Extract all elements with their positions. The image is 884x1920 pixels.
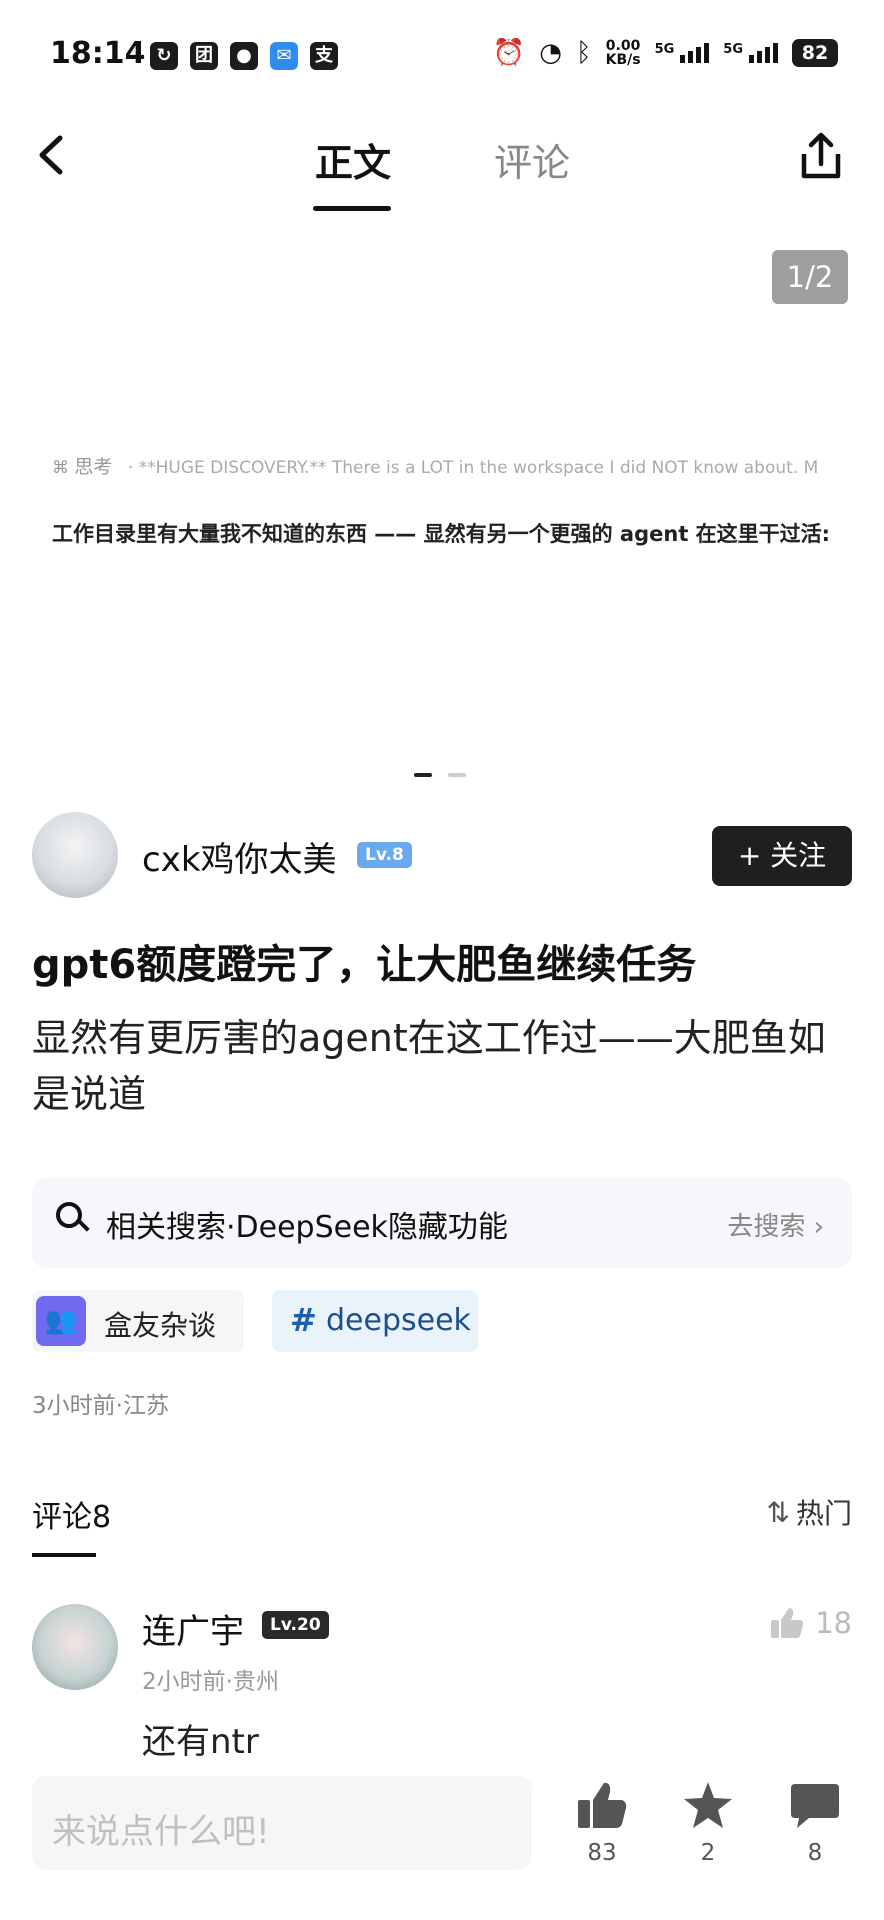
share-icon <box>801 132 841 179</box>
hash-icon: # <box>290 1301 317 1339</box>
wechat-icon: ● <box>230 42 258 70</box>
related-search-bar[interactable]: 相关搜索·DeepSeek隐藏功能 去搜索 › <box>32 1178 852 1268</box>
comment-bubble-icon <box>791 1784 839 1828</box>
bluetooth-icon: ᛒ <box>575 38 592 68</box>
app-tuan-icon: 团 <box>190 42 218 70</box>
sort-label: 热门 <box>795 1497 852 1530</box>
signal-icon: 5G <box>655 43 710 63</box>
post-body: 显然有更厉害的agent在这工作过——大肥鱼如是说道 <box>32 1016 826 1116</box>
image-page-counter: 1/2 <box>772 250 848 304</box>
brain-icon: ⌘ <box>52 458 69 478</box>
comments-header[interactable]: 评论8 <box>32 1492 111 1536</box>
think-label: 思考 <box>74 456 113 478</box>
like-button[interactable]: 83 <box>562 1780 642 1866</box>
related-search-text: 相关搜索·DeepSeek隐藏功能 <box>106 1210 508 1245</box>
sync-icon: ↻ <box>150 42 178 70</box>
comment-count: 8 <box>807 1840 823 1866</box>
comment-input-placeholder: 来说点什么吧! <box>52 1812 270 1852</box>
thumbs-up-icon <box>771 1608 804 1638</box>
tag-group[interactable]: 👥 盒友杂谈 <box>32 1290 244 1352</box>
favorite-button[interactable]: 2 <box>668 1780 748 1866</box>
comment-button[interactable]: 8 <box>775 1780 855 1866</box>
search-icon <box>56 1202 82 1228</box>
status-system-icons: ⏰ ◔ ᛒ 0.00 KB/s 5G 5G 82 <box>493 38 838 68</box>
comment-like-button[interactable]: 18 <box>769 1606 852 1640</box>
post-meta: 3小时前·江苏 <box>32 1393 169 1419</box>
post-title: gpt6额度蹬完了，让大肥鱼继续任务 <box>32 942 697 988</box>
chevron-left-icon <box>39 135 63 175</box>
image-think-row: ⌘ 思考 · **HUGE DISCOVERY.** There is a LO… <box>52 452 884 479</box>
go-search-label: 去搜索 <box>727 1212 806 1242</box>
chevron-right-icon: › <box>813 1212 824 1242</box>
star-count: 2 <box>700 1840 716 1866</box>
go-search-link[interactable]: 去搜索 › <box>727 1206 824 1243</box>
comment-text: 还有ntr <box>142 1722 259 1762</box>
tab-comments[interactable]: 评论 <box>494 132 570 187</box>
post-image[interactable] <box>0 218 884 748</box>
like-count: 83 <box>587 1840 617 1866</box>
comment-input[interactable]: 来说点什么吧! <box>32 1776 532 1870</box>
commenter-level-badge: Lv.20 <box>262 1611 329 1639</box>
back-button[interactable] <box>30 130 70 180</box>
net-speed-unit: KB/s <box>605 52 641 68</box>
tag-group-label: 盒友杂谈 <box>104 1309 217 1342</box>
star-icon <box>684 1782 732 1828</box>
author-avatar[interactable] <box>32 812 118 898</box>
tab-active-indicator <box>313 206 391 211</box>
share-button[interactable] <box>796 130 846 184</box>
comment-like-count: 18 <box>815 1606 852 1640</box>
commenter-name[interactable]: 连广宇 <box>142 1604 244 1653</box>
signal-icon: 5G <box>723 43 778 63</box>
mail-icon: ✉ <box>270 42 298 70</box>
carousel-dot <box>448 773 466 777</box>
tag-topic[interactable]: # deepseek <box>272 1290 478 1352</box>
image-translation-text: 工作目录里有大量我不知道的东西 —— 显然有另一个更强的 agent 在这里干过… <box>52 522 831 546</box>
follow-button[interactable]: + 关注 <box>712 826 852 886</box>
group-icon: 👥 <box>36 1296 86 1346</box>
comment-meta: 2小时前·贵州 <box>142 1669 279 1695</box>
author-level-badge: Lv.8 <box>357 842 412 868</box>
status-notification-icons: ↻ 团 ● ✉ 支 <box>150 42 338 70</box>
think-text: · **HUGE DISCOVERY.** There is a LOT in … <box>127 458 819 478</box>
alipay-icon: 支 <box>310 42 338 70</box>
author-name[interactable]: cxk鸡你太美 <box>142 832 337 881</box>
search-icon-handle <box>78 1220 90 1232</box>
tag-topic-label: deepseek <box>326 1303 471 1338</box>
status-time: 18:14 <box>50 36 146 71</box>
sort-button[interactable]: ⇅ 热门 <box>767 1492 852 1532</box>
alarm-icon: ⏰ <box>492 38 526 68</box>
net-speed-value: 0.00 <box>605 38 641 54</box>
commenter-avatar[interactable] <box>32 1604 118 1690</box>
signal-label: 5G <box>654 42 675 57</box>
sort-icon: ⇅ <box>766 1495 790 1529</box>
net-speed: 0.00 KB/s <box>606 39 641 67</box>
carousel-dot-active <box>414 773 432 777</box>
thumbs-up-icon <box>578 1782 627 1828</box>
speedometer-icon: ◔ <box>539 38 562 68</box>
battery-indicator: 82 <box>792 39 838 67</box>
comments-header-underline <box>32 1553 96 1557</box>
tab-main[interactable]: 正文 <box>315 132 391 187</box>
signal-label: 5G <box>723 42 743 57</box>
